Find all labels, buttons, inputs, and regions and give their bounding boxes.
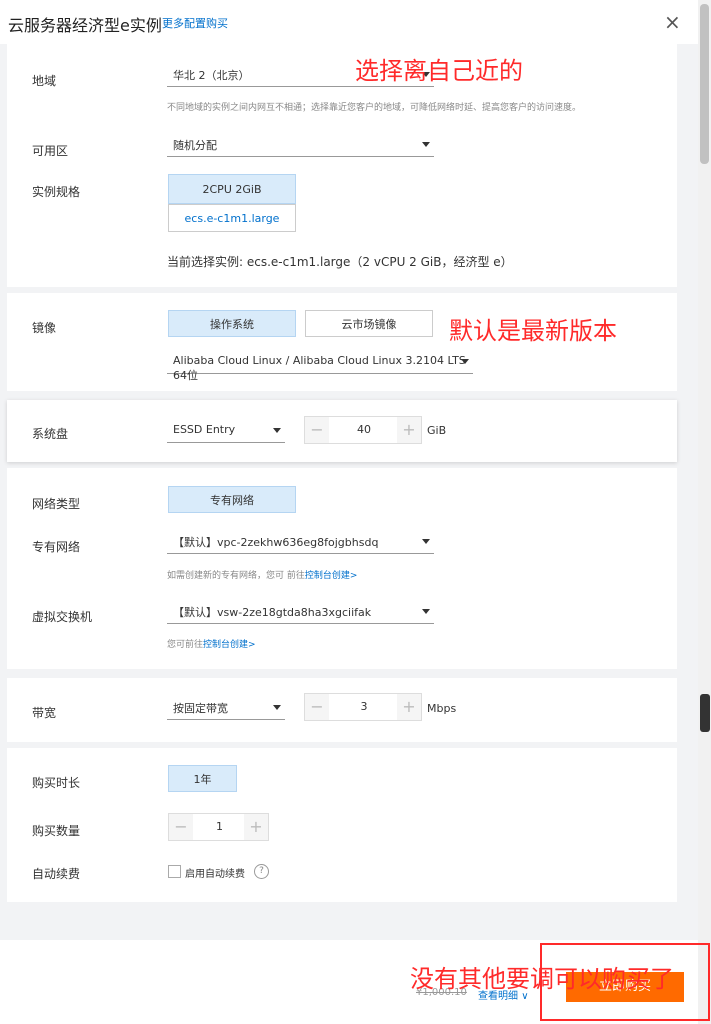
vpc-create-link[interactable]: 控制台创建> [305, 571, 358, 581]
purchase-card: 购买时长 1年 购买数量 − 1 + 自动续费 启用自动续费 ? [7, 748, 677, 902]
plus-icon[interactable]: + [244, 814, 268, 840]
duration-option[interactable]: 1年 [168, 765, 237, 792]
bandwidth-type-select[interactable]: 按固定带宽 [167, 696, 285, 720]
zone-value: 随机分配 [173, 139, 217, 152]
help-icon[interactable]: ? [254, 864, 269, 879]
annotation-buy: 没有其他要调可以购买了 [410, 965, 674, 993]
network-type-label: 网络类型 [32, 497, 81, 511]
vpc-select[interactable]: 【默认】vpc-2zekhw636eg8fojgbhsdq [167, 530, 434, 554]
vpc-hint: 如需创建新的专有网络，您可 前往控制台创建> [167, 568, 357, 581]
minus-icon[interactable]: − [169, 814, 193, 840]
zone-label: 可用区 [32, 144, 69, 158]
dialog-title: 云服务器经济型e实例 [8, 16, 162, 35]
region-value: 华北 2（北京） [173, 69, 250, 82]
vpc-value: 【默认】vpc-2zekhw636eg8fojgbhsdq [173, 536, 379, 549]
disk-card: 系统盘 ESSD Entry − 40 + GiB [7, 400, 677, 462]
vsw-create-link[interactable]: 控制台创建> [203, 640, 256, 650]
renew-label: 自动续费 [32, 867, 81, 881]
scrollbar-thumb[interactable] [700, 4, 709, 164]
duration-label: 购买时长 [32, 776, 81, 790]
disk-unit: GiB [427, 424, 447, 437]
bandwidth-unit: Mbps [427, 702, 457, 715]
disk-size-value[interactable]: 40 [329, 423, 399, 436]
vsw-select[interactable]: 【默认】vsw-2ze18gtda8ha3xgciifak [167, 600, 434, 624]
tab-market-image[interactable]: 云市场镜像 [305, 310, 433, 337]
dialog-header: 云服务器经济型e实例 更多配置购买 × [0, 0, 698, 44]
zone-select[interactable]: 随机分配 [167, 133, 434, 157]
minus-icon[interactable]: − [305, 694, 329, 720]
count-value[interactable]: 1 [193, 820, 246, 833]
disk-type-select[interactable]: ESSD Entry [167, 419, 285, 443]
vsw-label: 虚拟交换机 [32, 610, 93, 624]
network-type-option[interactable]: 专有网络 [168, 486, 296, 513]
chevron-down-icon [422, 609, 430, 614]
plus-icon[interactable]: + [397, 694, 421, 720]
chevron-down-icon [273, 428, 281, 433]
chevron-down-icon [461, 359, 469, 364]
os-value: Alibaba Cloud Linux / Alibaba Cloud Linu… [173, 354, 466, 382]
annotation-image: 默认是最新版本 [449, 317, 617, 345]
disk-label: 系统盘 [32, 427, 69, 441]
spec-label: 实例规格 [32, 185, 81, 199]
bandwidth-stepper[interactable]: − 3 + [304, 693, 422, 721]
count-stepper[interactable]: − 1 + [168, 813, 269, 841]
os-select[interactable]: Alibaba Cloud Linux / Alibaba Cloud Linu… [167, 350, 473, 382]
annotation-region: 选择离自己近的 [355, 57, 523, 85]
disk-type-value: ESSD Entry [173, 423, 236, 436]
vpc-hint-text: 如需创建新的专有网络，您可 前往 [167, 571, 305, 581]
renew-checkbox[interactable] [168, 865, 181, 878]
region-label: 地域 [32, 74, 57, 88]
count-label: 购买数量 [32, 824, 81, 838]
bandwidth-type-value: 按固定带宽 [173, 702, 228, 715]
renew-checkbox-label[interactable]: 启用自动续费 [185, 865, 245, 880]
chevron-down-icon [273, 705, 281, 710]
current-spec-text: 当前选择实例: ecs.e-c1m1.large（2 vCPU 2 GiB，经济… [167, 255, 513, 269]
plus-icon[interactable]: + [397, 417, 421, 443]
spec-option-name[interactable]: ecs.e-c1m1.large [168, 204, 296, 232]
basic-config-card: 地域 华北 2（北京） 不同地域的实例之间内网互不相通；选择靠近您客户的地域，可… [7, 44, 677, 287]
vsw-value: 【默认】vsw-2ze18gtda8ha3xgciifak [173, 606, 372, 619]
vsw-hint: 您可前往控制台创建> [167, 637, 256, 650]
chevron-down-icon [422, 142, 430, 147]
side-handle[interactable] [700, 694, 710, 732]
close-icon[interactable]: × [664, 10, 681, 34]
disk-size-stepper[interactable]: − 40 + [304, 416, 422, 444]
more-config-link[interactable]: 更多配置购买 [162, 15, 228, 31]
image-label: 镜像 [32, 321, 57, 335]
minus-icon[interactable]: − [305, 417, 329, 443]
bandwidth-value[interactable]: 3 [329, 700, 399, 713]
region-hint: 不同地域的实例之间内网互不相通；选择靠近您客户的地域，可降低网络时延、提高您客户… [167, 103, 582, 113]
bandwidth-label: 带宽 [32, 706, 57, 720]
vsw-hint-text: 您可前往 [167, 640, 204, 650]
network-card: 网络类型 专有网络 专有网络 【默认】vpc-2zekhw636eg8fojgb… [7, 468, 677, 669]
chevron-down-icon [422, 539, 430, 544]
bandwidth-card: 带宽 按固定带宽 − 3 + Mbps [7, 678, 677, 742]
scrollbar[interactable] [698, 0, 711, 1024]
vpc-label: 专有网络 [32, 540, 81, 554]
tab-os[interactable]: 操作系统 [168, 310, 296, 337]
spec-option-cpu[interactable]: 2CPU 2GiB [168, 174, 296, 204]
